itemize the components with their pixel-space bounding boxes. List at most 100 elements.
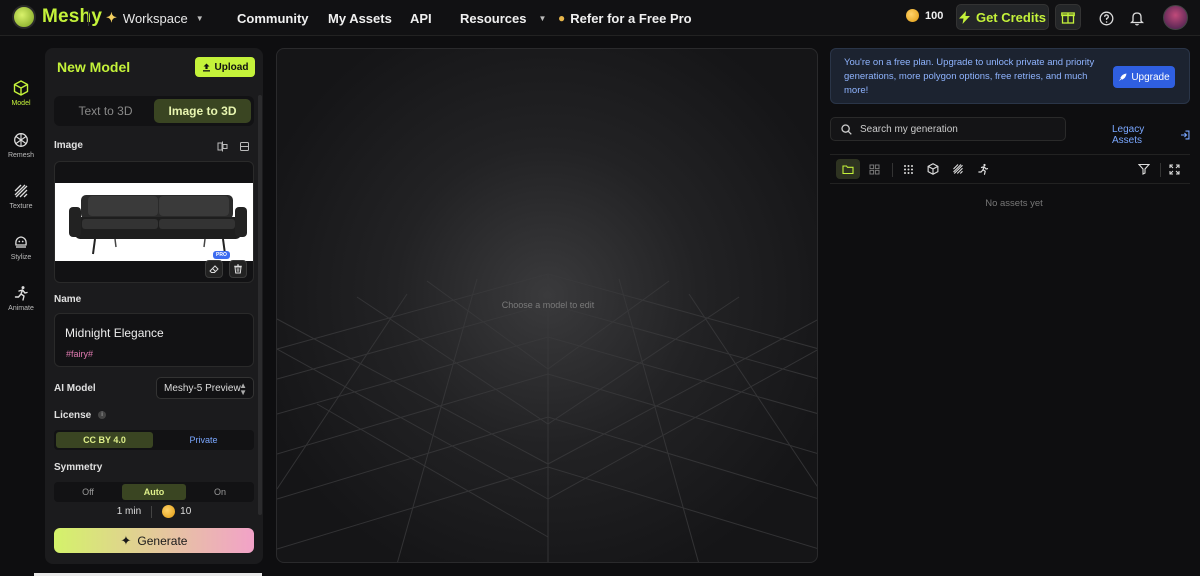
tool-texture-label: Texture	[9, 203, 33, 210]
mode-tabs: Text to 3D Image to 3D	[54, 96, 254, 126]
plan-text: You're on a free plan. Upgrade to unlock…	[844, 57, 1095, 96]
workspace-menu[interactable]: ✦ Workspace ▼	[106, 0, 204, 36]
resources-menu[interactable]: Resources ▼	[460, 0, 546, 36]
tool-stylize-label: Stylize	[10, 254, 32, 261]
tool-remesh[interactable]: Remesh	[0, 126, 42, 170]
help-button[interactable]	[1096, 8, 1116, 28]
tool-animate[interactable]: Animate	[0, 279, 42, 323]
asset-toolbar	[830, 154, 1190, 184]
upgrade-label: Upgrade	[1131, 71, 1170, 83]
get-credits-button[interactable]: Get Credits	[956, 4, 1049, 30]
sparkle-icon: ✦	[120, 532, 132, 548]
image-panel-button[interactable]	[239, 139, 251, 151]
symmetry-toggle: Off Auto On	[54, 482, 254, 502]
delete-image-button[interactable]	[229, 260, 247, 278]
nav-api[interactable]: API	[410, 0, 432, 36]
running-figure-icon	[978, 163, 989, 175]
name-value: Midnight Elegance	[65, 326, 164, 340]
mesh-icon	[14, 133, 28, 147]
refer-link[interactable]: ● Refer for a Free Pro	[558, 0, 692, 36]
symmetry-off[interactable]: Off	[56, 484, 120, 500]
new-model-panel: New Model Upload Text to 3D Image to 3D …	[45, 48, 263, 564]
filter-all-button[interactable]	[896, 159, 920, 179]
tool-model-label: Model	[11, 100, 31, 107]
coin-icon	[162, 505, 176, 518]
upgrade-banner: You're on a free plan. Upgrade to unlock…	[830, 48, 1190, 104]
nav-community[interactable]: Community	[237, 0, 309, 36]
upload-label: Upload	[214, 61, 249, 73]
texture-icon	[953, 164, 963, 174]
upgrade-button[interactable]: Upgrade	[1113, 66, 1175, 88]
filter-model-button[interactable]	[921, 159, 945, 179]
coin-icon	[906, 9, 919, 22]
credit-balance: 100	[906, 9, 943, 22]
ai-model-value: Meshy-5 Preview	[164, 382, 241, 394]
search-icon	[841, 123, 852, 135]
credit-cost-value: 10	[180, 506, 192, 517]
name-label: Name	[54, 294, 82, 305]
toolbar-divider	[892, 163, 893, 177]
erase-background-button[interactable]	[205, 260, 223, 278]
logo-text: Meshy	[42, 6, 103, 27]
trash-icon	[234, 264, 242, 274]
chevron-updown-icon: ▲ ▼	[239, 381, 247, 397]
generation-cost: 1 min 10	[45, 505, 263, 518]
texture-icon	[14, 184, 28, 198]
image-compare-button[interactable]	[217, 139, 229, 152]
get-credits-label: Get Credits	[975, 9, 1047, 25]
gift-button[interactable]	[1055, 4, 1081, 30]
generate-button[interactable]: ✦ Generate	[54, 528, 254, 553]
viewport-hint: Choose a model to edit	[501, 300, 595, 310]
sign-in-icon	[1181, 130, 1190, 140]
compare-icon	[217, 141, 228, 152]
info-icon[interactable]: i	[98, 411, 107, 420]
tab-image-to-3d[interactable]: Image to 3D	[154, 99, 251, 123]
image-preview[interactable]: PRO	[54, 161, 254, 283]
folder-icon	[842, 164, 854, 174]
panel-title: New Model	[57, 59, 131, 75]
money-bag-icon: ●	[558, 11, 566, 25]
3d-viewport[interactable]: Choose a model to edit	[276, 48, 818, 563]
tool-model[interactable]: Model	[0, 74, 42, 118]
license-private[interactable]: Private	[155, 432, 252, 448]
name-field[interactable]: Midnight Elegance #fairy#	[54, 313, 254, 367]
filter-animate-button[interactable]	[971, 159, 995, 179]
nav-divider	[88, 10, 89, 26]
folder-view-button[interactable]	[836, 159, 860, 179]
filter-button[interactable]	[1132, 159, 1156, 179]
cost-divider	[151, 505, 153, 518]
expand-icon	[1168, 163, 1180, 175]
assets-panel: You're on a free plan. Upgrade to unlock…	[830, 48, 1190, 576]
user-avatar[interactable]	[1163, 5, 1188, 30]
grid-view-button[interactable]	[862, 159, 886, 179]
caret-down-icon: ▼	[538, 13, 547, 23]
filter-texture-button[interactable]	[946, 159, 970, 179]
legacy-assets-link[interactable]: Legacy Assets	[1112, 124, 1190, 146]
symmetry-auto[interactable]: Auto	[122, 484, 186, 500]
logo-mark-icon	[12, 5, 36, 29]
tab-text-to-3d[interactable]: Text to 3D	[57, 99, 154, 123]
grid-icon	[869, 164, 879, 174]
nav-my-assets[interactable]: My Assets	[328, 0, 392, 36]
sofa-illustration	[69, 195, 247, 255]
ai-model-select[interactable]: Meshy-5 Preview ▲ ▼	[156, 377, 254, 399]
search-input[interactable]: Search my generation	[830, 117, 1066, 141]
tool-texture[interactable]: Texture	[0, 177, 42, 221]
panel-scrollbar[interactable]	[258, 95, 262, 515]
pro-badge: PRO	[213, 251, 230, 259]
tool-stylize[interactable]: Stylize	[0, 228, 42, 272]
cube-icon	[927, 163, 939, 175]
sparkle-icon: ✦	[106, 10, 117, 25]
image-label: Image	[54, 140, 83, 151]
dots-grid-icon	[903, 164, 913, 174]
expand-button[interactable]	[1162, 159, 1186, 179]
upload-icon	[202, 63, 210, 71]
lightning-icon	[958, 10, 970, 24]
symmetry-on[interactable]: On	[188, 484, 252, 500]
tool-remesh-label: Remesh	[7, 152, 35, 159]
filter-icon	[1138, 163, 1150, 175]
license-cc-by[interactable]: CC BY 4.0	[56, 432, 153, 448]
upload-button[interactable]: Upload	[195, 57, 255, 77]
notifications-button[interactable]	[1127, 8, 1147, 28]
workspace-label: Workspace	[122, 10, 188, 26]
